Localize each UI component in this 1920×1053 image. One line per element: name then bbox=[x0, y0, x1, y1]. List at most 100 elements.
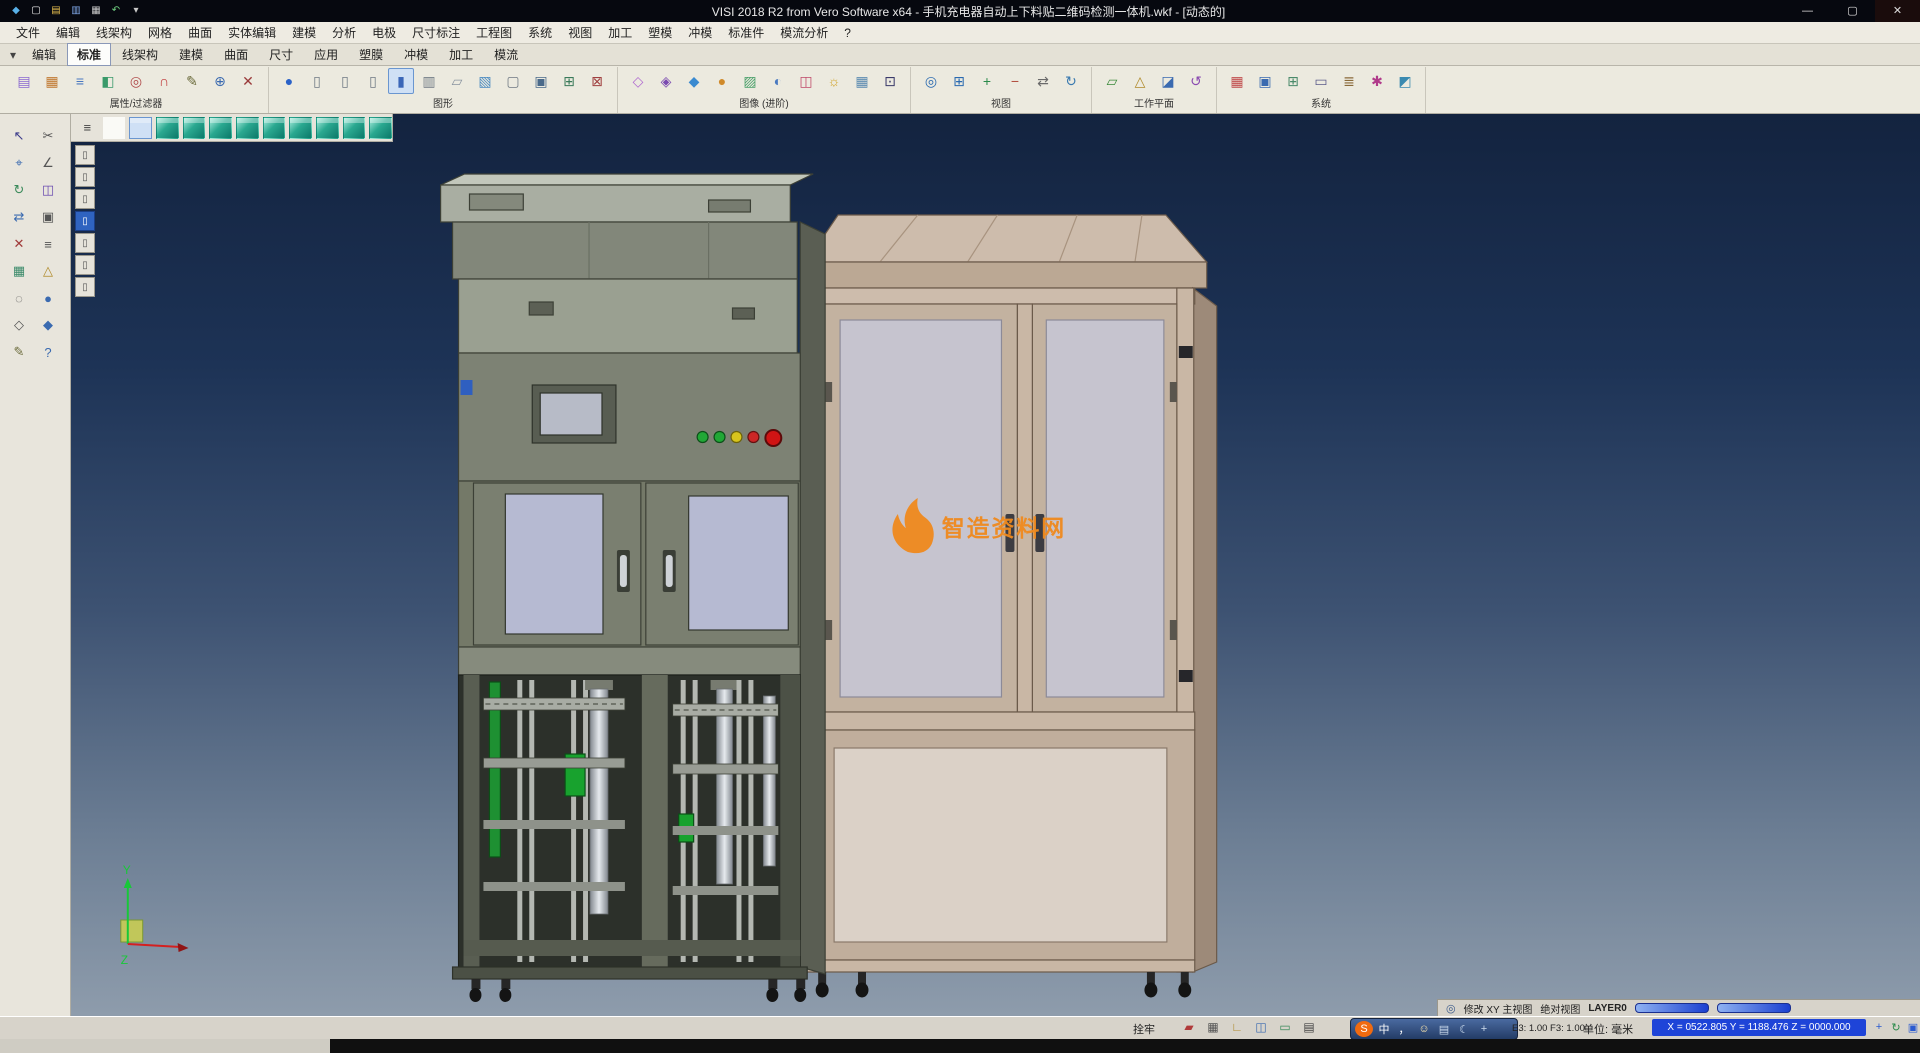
attributes-icon[interactable]: ▤ bbox=[11, 68, 37, 94]
paint-properties-icon[interactable]: ⊕ bbox=[207, 68, 233, 94]
box-edges-icon[interactable]: ▣ bbox=[528, 68, 554, 94]
zoom-in-icon[interactable]: + bbox=[974, 68, 1000, 94]
annotate-icon[interactable]: ✎ bbox=[6, 340, 32, 364]
ime-indicator-icon[interactable]: ▤ bbox=[1300, 1018, 1318, 1036]
ortho-toggle-icon[interactable]: ∟ bbox=[1228, 1018, 1246, 1036]
front-view-icon[interactable] bbox=[183, 117, 206, 139]
layer-filter-icon[interactable]: ≡ bbox=[67, 68, 93, 94]
rotate-view-icon[interactable]: ↻ bbox=[1058, 68, 1084, 94]
model-scene[interactable]: 智造资料网 Y Z bbox=[71, 114, 1920, 1016]
view-cube-icon[interactable]: ▣ bbox=[1906, 1019, 1920, 1035]
ime-tools-icon[interactable]: + bbox=[1475, 1021, 1493, 1037]
menu-item-16[interactable]: 标准件 bbox=[720, 22, 772, 43]
transparency-icon[interactable]: ◐ bbox=[765, 68, 791, 94]
close-button[interactable]: ✕ bbox=[1875, 0, 1920, 22]
selection-filter-icon[interactable]: ◎ bbox=[123, 68, 149, 94]
zoom-window-icon[interactable]: ⊞ bbox=[946, 68, 972, 94]
top-view-icon[interactable] bbox=[156, 117, 179, 139]
zoom-out-icon[interactable]: − bbox=[1002, 68, 1028, 94]
menu-item-6[interactable]: 建模 bbox=[284, 22, 324, 43]
view-slot-6-icon[interactable]: ▯ bbox=[75, 255, 95, 275]
tab-5[interactable]: 尺寸 bbox=[259, 43, 303, 66]
active-view-icon[interactable]: ◎ bbox=[1446, 1002, 1456, 1015]
view-edit-label[interactable]: 修改 XY 主视图 bbox=[1464, 1001, 1533, 1016]
right-view-icon[interactable] bbox=[209, 117, 232, 139]
snapshot-icon[interactable]: ⊡ bbox=[877, 68, 903, 94]
tab-0[interactable]: 编辑 bbox=[22, 43, 66, 66]
units-state-icon[interactable]: ▭ bbox=[1276, 1018, 1294, 1036]
wire-box-icon[interactable]: ▢ bbox=[500, 68, 526, 94]
menu-item-18[interactable]: ? bbox=[836, 24, 859, 42]
match-properties-icon[interactable]: ✎ bbox=[179, 68, 205, 94]
regen-icon[interactable]: ↻ bbox=[1889, 1019, 1903, 1035]
bounding-box-icon[interactable]: ⊞ bbox=[556, 68, 582, 94]
erase-graphics-icon[interactable]: ⊠ bbox=[584, 68, 610, 94]
menu-item-14[interactable]: 塑模 bbox=[640, 22, 680, 43]
tab-6[interactable]: 应用 bbox=[304, 43, 348, 66]
layers-icon[interactable]: ≡ bbox=[35, 232, 61, 256]
view-slot-2-icon[interactable]: ▯ bbox=[75, 167, 95, 187]
save-document-icon[interactable]: ▥ bbox=[68, 4, 84, 18]
system-monitor-icon[interactable]: ▭ bbox=[1308, 68, 1334, 94]
lock-toggle[interactable]: 拴牢 bbox=[1133, 1021, 1155, 1037]
iso-view-icon[interactable] bbox=[129, 117, 152, 139]
lighting-icon[interactable]: ☼ bbox=[821, 68, 847, 94]
axes-display-icon[interactable]: + bbox=[1872, 1019, 1886, 1035]
copy-icon[interactable]: ▣ bbox=[35, 205, 61, 229]
wire-cylinder-3-icon[interactable]: ▯ bbox=[360, 68, 386, 94]
menu-item-8[interactable]: 电极 bbox=[364, 22, 404, 43]
tab-overflow-icon[interactable]: ▾ bbox=[4, 48, 22, 62]
workplane-reset-icon[interactable]: ↺ bbox=[1183, 68, 1209, 94]
ime-lang-icon[interactable]: 中 bbox=[1375, 1021, 1393, 1037]
maximize-button[interactable]: ▢ bbox=[1830, 0, 1875, 22]
color-filter-icon[interactable]: ▦ bbox=[39, 68, 65, 94]
menu-item-5[interactable]: 实体编辑 bbox=[220, 22, 284, 43]
refresh-graphics-icon[interactable]: ● bbox=[276, 68, 302, 94]
grid-settings-icon[interactable]: ⊞ bbox=[1280, 68, 1306, 94]
mirror-icon[interactable]: ◫ bbox=[35, 178, 61, 202]
view-slot-1-icon[interactable]: ▯ bbox=[75, 145, 95, 165]
hide-icon[interactable]: ◌ bbox=[6, 286, 32, 310]
shade-icon[interactable]: ◆ bbox=[35, 313, 61, 337]
element-filter-icon[interactable]: ◧ bbox=[95, 68, 121, 94]
move-icon[interactable]: ⇄ bbox=[6, 205, 32, 229]
menu-item-13[interactable]: 加工 bbox=[600, 22, 640, 43]
wire-cylinder-icon[interactable]: ▯ bbox=[304, 68, 330, 94]
absolute-view-button[interactable]: 绝对视图 bbox=[1540, 1001, 1580, 1016]
tolerance-meter[interactable] bbox=[1635, 1003, 1709, 1013]
menu-item-17[interactable]: 模流分析 bbox=[772, 22, 836, 43]
menu-item-7[interactable]: 分析 bbox=[324, 22, 364, 43]
menu-item-3[interactable]: 网格 bbox=[140, 22, 180, 43]
select-icon[interactable]: ↖ bbox=[6, 124, 32, 148]
explode-icon[interactable]: △ bbox=[35, 259, 61, 283]
shaded-mode-icon[interactable]: ◆ bbox=[681, 68, 707, 94]
tab-8[interactable]: 冲模 bbox=[394, 43, 438, 66]
background-icon[interactable]: ▦ bbox=[849, 68, 875, 94]
quick-access-dropdown-icon[interactable]: ▾ bbox=[128, 4, 144, 18]
view-list-icon[interactable]: ≡ bbox=[76, 117, 99, 139]
viewport[interactable]: 智造资料网 Y Z ≡ ▯▯▯▯▯▯▯ ◎ bbox=[71, 114, 1920, 1016]
performance-icon[interactable]: ◩ bbox=[1392, 68, 1418, 94]
tab-10[interactable]: 模流 bbox=[484, 43, 528, 66]
wireframe-mode-icon[interactable]: ◇ bbox=[625, 68, 651, 94]
undo-icon[interactable]: ↶ bbox=[108, 4, 124, 18]
tab-9[interactable]: 加工 bbox=[439, 43, 483, 66]
shaded-cylinder-icon[interactable]: ▮ bbox=[388, 68, 414, 94]
help-tools-icon[interactable]: ? bbox=[35, 340, 61, 364]
pan-view-icon[interactable]: ⇄ bbox=[1030, 68, 1056, 94]
bottom-view-icon[interactable] bbox=[289, 117, 312, 139]
app-logo-icon[interactable]: ◆ bbox=[8, 4, 24, 18]
ime-punct-icon[interactable]: ， bbox=[1395, 1021, 1413, 1037]
half-shaded-cylinder-icon[interactable]: ▥ bbox=[416, 68, 442, 94]
ime-keyboard-icon[interactable]: ▤ bbox=[1435, 1021, 1453, 1037]
menu-item-0[interactable]: 文件 bbox=[8, 22, 48, 43]
ime-night-icon[interactable]: ☾ bbox=[1455, 1021, 1473, 1037]
tab-7[interactable]: 塑膜 bbox=[349, 43, 393, 66]
rotate-icon[interactable]: ↻ bbox=[6, 178, 32, 202]
texture-mode-icon[interactable]: ▨ bbox=[737, 68, 763, 94]
view-slot-7-icon[interactable]: ▯ bbox=[75, 277, 95, 297]
section-view-icon[interactable]: ◫ bbox=[793, 68, 819, 94]
menu-item-2[interactable]: 线架构 bbox=[88, 22, 140, 43]
wireframe-icon[interactable]: ◇ bbox=[6, 313, 32, 337]
magnet-filter-icon[interactable]: ∩ bbox=[151, 68, 177, 94]
